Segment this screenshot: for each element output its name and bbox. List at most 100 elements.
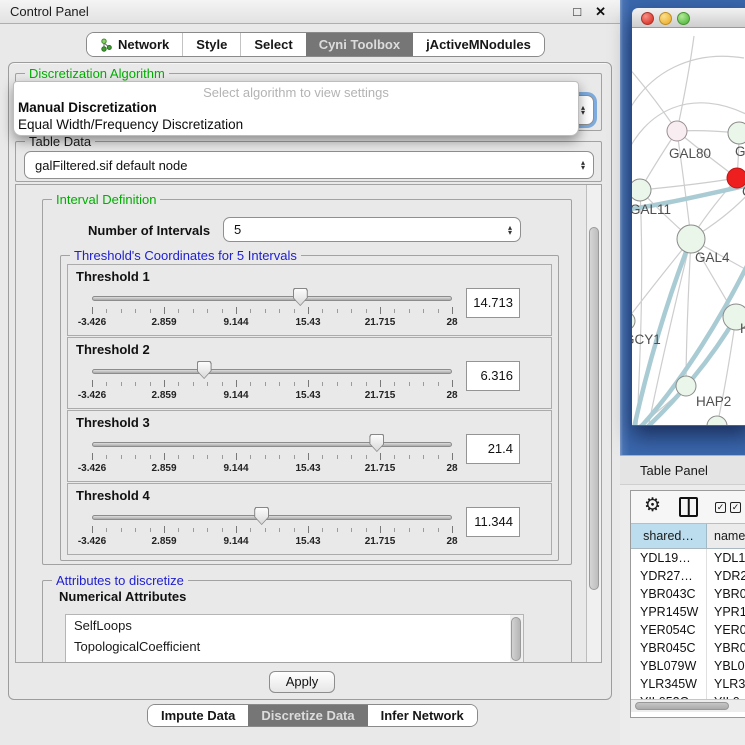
attributes-scrollbar-thumb[interactable]	[511, 617, 521, 661]
network-node[interactable]	[677, 225, 705, 253]
tab-label: Select	[254, 37, 292, 52]
cell-name[interactable]: YPR1	[707, 603, 745, 621]
horizontal-scrollbar-thumb[interactable]	[635, 702, 729, 710]
apply-button[interactable]: Apply	[269, 671, 335, 693]
numerical-attributes-list[interactable]: SelfLoopsTopologicalCoefficientBetweenne…	[65, 614, 524, 663]
tab-network[interactable]: Network	[87, 33, 182, 56]
slider-handle[interactable]	[369, 434, 384, 452]
network-node[interactable]	[728, 122, 745, 144]
interval-definition-group: Interval Definition Number of Intervals …	[42, 199, 572, 565]
attribute-item-selfloops[interactable]: SelfLoops	[66, 615, 523, 636]
threshold-value-field[interactable]: 14.713	[466, 288, 520, 318]
attributes-scrollbar[interactable]	[510, 615, 523, 663]
cell-shared-name[interactable]: YDR27…	[631, 567, 707, 585]
vertical-scrollbar-thumb[interactable]	[589, 227, 599, 590]
threshold-value-field[interactable]: 21.4	[466, 434, 520, 464]
float-window-icon[interactable]: □	[573, 4, 581, 19]
network-node[interactable]	[676, 376, 696, 396]
slider-tick-labels: -3.4262.8599.14415.4321.71528	[92, 317, 452, 331]
attributes-group-title: Attributes to discretize	[52, 573, 188, 588]
network-edge	[640, 178, 737, 190]
settings-scroll-panel: Interval Definition Number of Intervals …	[15, 184, 602, 663]
minimize-traffic-light-icon[interactable]	[659, 12, 672, 25]
table-row[interactable]: YBR043CYBR0	[631, 585, 745, 603]
tab-style[interactable]: Style	[182, 33, 240, 56]
table-row[interactable]: YBL079WYBL0	[631, 657, 745, 675]
table-panel-title: Table Panel	[640, 463, 708, 478]
cell-name[interactable]: YDR2	[707, 567, 745, 585]
slider-track[interactable]	[92, 369, 452, 374]
slider-handle[interactable]	[254, 507, 269, 525]
cell-name[interactable]: YBR0	[707, 585, 745, 603]
threshold-label: Threshold 4	[76, 488, 150, 503]
table-row[interactable]: YPR145WYPR1	[631, 603, 745, 621]
table-row[interactable]: YDL19…YDL1	[631, 549, 745, 567]
close-traffic-light-icon[interactable]	[641, 12, 654, 25]
table-row[interactable]: YER054CYER0	[631, 621, 745, 639]
screenshot-root: Control Panel □ ✕ NetworkStyleSelectCyni…	[0, 0, 745, 745]
algorithm-option-equal-width-frequency-discretization[interactable]: Equal Width/Frequency Discretization	[18, 117, 243, 132]
thresholds-group: Threshold's Coordinates for 5 Intervals …	[60, 255, 559, 561]
network-node-label: GA	[735, 144, 745, 159]
column-view-icon[interactable]	[679, 497, 698, 517]
table-row[interactable]: YBR045CYBR0	[631, 639, 745, 657]
cell-shared-name[interactable]: YLR345W	[631, 675, 707, 693]
cell-name[interactable]: YBR0	[707, 639, 745, 657]
cell-name[interactable]: YER0	[707, 621, 745, 639]
table-row[interactable]: YLR345WYLR3	[631, 675, 745, 693]
table-row[interactable]: YDR27…YDR2	[631, 567, 745, 585]
zoom-traffic-light-icon[interactable]	[677, 12, 690, 25]
number-of-intervals-select[interactable]: 5 ▴▾	[223, 217, 521, 242]
checkbox-checked-icon[interactable]: ✓	[715, 502, 726, 513]
slider-track[interactable]	[92, 515, 452, 520]
slider-track[interactable]	[92, 296, 452, 301]
cell-shared-name[interactable]: YER054C	[631, 621, 707, 639]
slider-ticks	[92, 307, 452, 315]
slider-handle[interactable]	[197, 361, 212, 379]
combo-arrows-icon: ▴▾	[581, 160, 585, 170]
slider-track[interactable]	[92, 442, 452, 447]
tab-impute-data[interactable]: Impute Data	[148, 705, 248, 726]
network-node[interactable]	[707, 416, 727, 425]
cell-name[interactable]: YBL0	[707, 657, 745, 675]
cell-shared-name[interactable]: YBR045C	[631, 639, 707, 657]
network-node[interactable]	[632, 312, 635, 330]
cell-name[interactable]: YLR3	[707, 675, 745, 693]
attribute-item-betweennesscentrality[interactable]: BetweennessCentrality	[66, 657, 523, 663]
tab-discretize-data[interactable]: Discretize Data	[248, 705, 367, 726]
tab-label: Infer Network	[381, 708, 464, 723]
algorithm-option-manual-discretization[interactable]: Manual Discretization	[18, 100, 157, 115]
cell-shared-name[interactable]: YBL079W	[631, 657, 707, 675]
tab-cyni-toolbox[interactable]: Cyni Toolbox	[306, 33, 413, 56]
vertical-scrollbar[interactable]	[586, 185, 601, 662]
horizontal-scrollbar[interactable]	[631, 699, 745, 712]
settings-gear-icon[interactable]: ⚙	[644, 494, 661, 517]
threshold-row-threshold-3: Threshold 3-3.4262.8599.14415.4321.71528…	[67, 410, 552, 482]
network-node[interactable]	[667, 121, 687, 141]
attribute-item-topologicalcoefficient[interactable]: TopologicalCoefficient	[66, 636, 523, 657]
network-canvas[interactable]: GAL80GACGAL11GAL4GCY1HHAP2	[632, 28, 745, 425]
cell-name[interactable]: YDL1	[707, 549, 745, 567]
slider-handle[interactable]	[293, 288, 308, 306]
column-header-name[interactable]: name	[707, 524, 745, 548]
cell-shared-name[interactable]: YPR145W	[631, 603, 707, 621]
table-data-select[interactable]: galFiltered.sif default node ▴▾	[24, 151, 594, 179]
cell-shared-name[interactable]: YBR043C	[631, 585, 707, 603]
threshold-value-field[interactable]: 11.344	[466, 507, 520, 537]
network-node[interactable]	[632, 179, 651, 201]
tab-jactivemnodules[interactable]: jActiveMNodules	[413, 33, 544, 56]
threshold-row-threshold-2: Threshold 2-3.4262.8599.14415.4321.71528…	[67, 337, 552, 409]
cell-shared-name[interactable]: YDL19…	[631, 549, 707, 567]
close-icon[interactable]: ✕	[595, 4, 606, 20]
network-node-label: GAL80	[669, 146, 711, 161]
network-graph[interactable]: GAL80GACGAL11GAL4GCY1HHAP2	[632, 28, 745, 425]
combo-arrows-icon: ▴▾	[581, 105, 585, 115]
tab-infer-network[interactable]: Infer Network	[368, 705, 477, 726]
table-rows: YDL19…YDL1YDR27…YDR2YBR043CYBR0YPR145WYP…	[631, 549, 745, 701]
threshold-value-field[interactable]: 6.316	[466, 361, 520, 391]
column-header-shared-name[interactable]: shared…	[631, 524, 707, 548]
slider-ticks	[92, 526, 452, 534]
tab-label: Network	[118, 37, 169, 52]
checkbox-checked-icon[interactable]: ✓	[730, 502, 741, 513]
tab-select[interactable]: Select	[240, 33, 305, 56]
